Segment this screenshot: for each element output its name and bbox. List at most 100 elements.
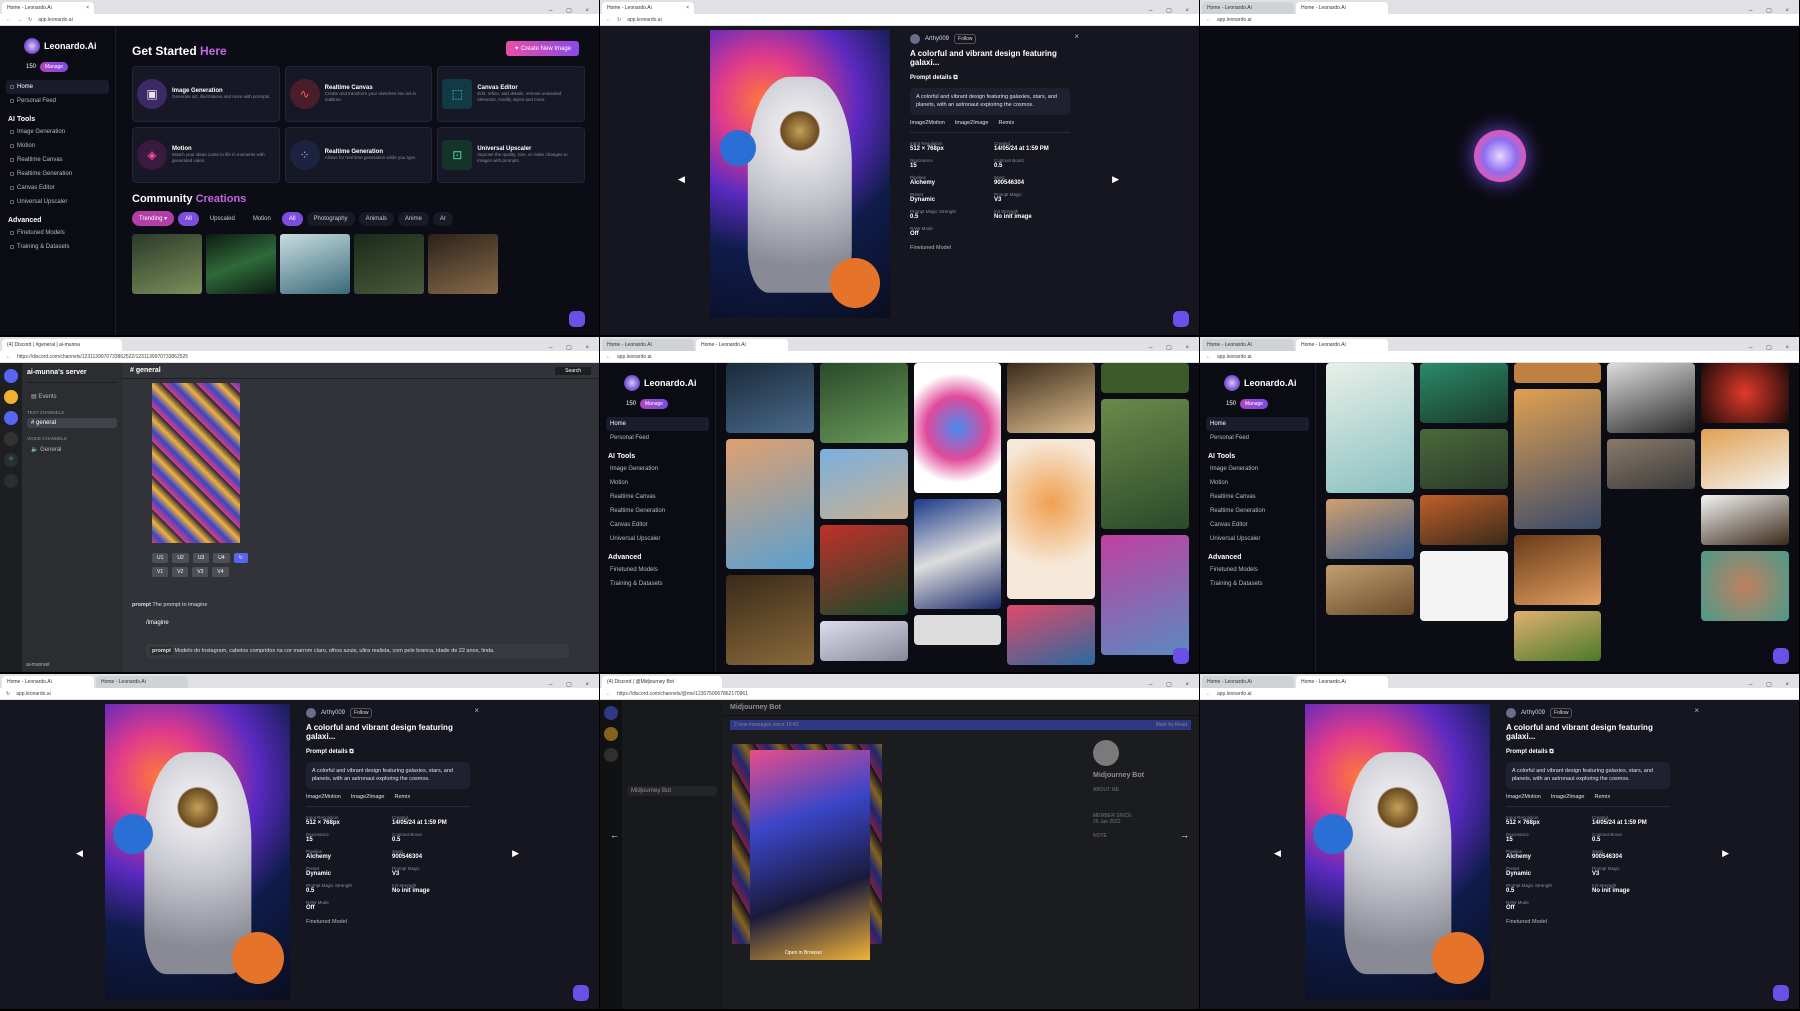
community-image[interactable] xyxy=(428,234,498,294)
close-icon[interactable]: × xyxy=(1694,706,1699,715)
address-bar[interactable]: ← ↻ app.leonardo.ai xyxy=(600,14,1199,26)
browser-tab[interactable]: (4) Discord | @Midjourney Bot xyxy=(602,676,722,688)
generated-image-grid[interactable] xyxy=(152,383,240,543)
discord-home-icon[interactable] xyxy=(4,369,18,383)
url-text[interactable]: app.leonardo.ai xyxy=(1217,17,1793,23)
reload-icon[interactable]: ↻ xyxy=(617,17,621,23)
address-bar[interactable]: ← app.leonardo.ai xyxy=(1200,688,1799,700)
nav-realtime-generation[interactable]: Realtime Generation xyxy=(1206,504,1309,518)
nav-finetuned-models[interactable]: Finetuned Models xyxy=(606,563,709,577)
channel-general[interactable]: # general xyxy=(27,418,117,428)
nav-realtime-generation[interactable]: Realtime Generation xyxy=(606,504,709,518)
manage-button[interactable]: Manage xyxy=(1240,399,1269,409)
gallery-image[interactable] xyxy=(1701,495,1789,545)
browser-tab[interactable]: Home - Leonardo.Ai xyxy=(1202,2,1294,14)
image-lightbox[interactable] xyxy=(750,750,870,960)
gallery-image[interactable] xyxy=(913,499,1002,609)
image2motion-button[interactable]: Image2Motion xyxy=(910,120,945,126)
gallery-image[interactable] xyxy=(726,575,814,665)
browser-tab[interactable]: Home - Leonardo.Ai xyxy=(96,676,188,688)
username[interactable]: ai-munna# xyxy=(26,662,50,668)
nav-image-generation[interactable]: Image Generation xyxy=(606,462,709,476)
nav-finetuned-models[interactable]: Finetuned Models xyxy=(1206,563,1309,577)
chat-help-button[interactable] xyxy=(1173,648,1189,664)
gallery-image[interactable] xyxy=(726,439,814,569)
brand-logo[interactable]: Leonardo.Ai xyxy=(624,375,709,391)
nav-home[interactable]: Home xyxy=(6,80,109,94)
discord-home-icon[interactable] xyxy=(604,706,618,720)
gallery-image[interactable] xyxy=(819,525,908,615)
gallery-image[interactable] xyxy=(1419,551,1508,621)
v2-button[interactable]: V2 xyxy=(172,567,189,577)
server-icon[interactable] xyxy=(604,748,618,762)
nav-home[interactable]: Home xyxy=(1206,417,1309,431)
nav-realtime-canvas[interactable]: Realtime Canvas xyxy=(1206,490,1309,504)
author-name[interactable]: Arthy009 xyxy=(321,710,345,716)
gallery-image[interactable] xyxy=(1101,535,1189,655)
back-icon[interactable]: ← xyxy=(6,17,11,23)
copy-icon[interactable]: ⧉ xyxy=(349,749,353,755)
nav-training-datasets[interactable]: Training & Datasets xyxy=(1206,577,1309,591)
voice-channel-general[interactable]: 🔈 General xyxy=(27,444,117,455)
u4-button[interactable]: U4 xyxy=(213,553,230,563)
back-icon[interactable]: ← xyxy=(6,354,11,360)
avatar[interactable] xyxy=(306,708,316,718)
browser-tab[interactable]: Home - Leonardo.Ai xyxy=(1296,339,1388,351)
v4-button[interactable]: V4 xyxy=(212,567,229,577)
url-text[interactable]: app.leonardo.ai xyxy=(16,691,593,697)
window-controls[interactable]: – ▢ × xyxy=(1749,7,1799,14)
remix-button[interactable]: Remix xyxy=(395,794,411,800)
nav-personal-feed[interactable]: Personal Feed xyxy=(606,431,709,445)
follow-button[interactable]: Follow xyxy=(954,34,977,44)
chat-help-button[interactable] xyxy=(569,311,585,327)
chip-all-categories[interactable]: All xyxy=(281,211,303,226)
address-bar[interactable]: ← https://discord.com/channels/1231139970… xyxy=(0,351,599,363)
follow-button[interactable]: Follow xyxy=(350,708,373,718)
remix-button[interactable]: Remix xyxy=(1595,794,1611,800)
url-text[interactable]: https://discord.com/channels/@me/1230750… xyxy=(617,691,1193,697)
gallery-image[interactable] xyxy=(819,449,908,519)
nav-canvas-editor[interactable]: Canvas Editor xyxy=(1206,518,1309,532)
gallery-image[interactable] xyxy=(1101,399,1189,529)
card-realtime-generation[interactable]: ⁘ Realtime Generation Allows for real time… xyxy=(284,127,433,183)
gallery-image[interactable] xyxy=(1419,495,1508,545)
chat-help-button[interactable] xyxy=(1173,311,1189,327)
nav-personal-feed[interactable]: Personal Feed xyxy=(6,94,109,108)
gallery-image[interactable] xyxy=(1326,565,1414,615)
browser-tab[interactable]: Home - Leonardo.Ai xyxy=(696,339,788,351)
back-icon[interactable]: ← xyxy=(606,354,611,360)
gallery-image[interactable] xyxy=(1513,611,1602,661)
window-controls[interactable]: – ▢ × xyxy=(1749,344,1799,351)
address-bar[interactable]: ← → ↻ app.leonardo.ai xyxy=(0,14,599,26)
url-text[interactable]: app.leonardo.ai xyxy=(627,17,1193,23)
gallery-image[interactable] xyxy=(819,621,908,661)
events-item[interactable]: ▤ Events xyxy=(27,391,117,402)
u3-button[interactable]: U3 xyxy=(192,553,210,563)
server-icon[interactable] xyxy=(4,432,18,446)
image2motion-button[interactable]: Image2Motion xyxy=(1506,794,1541,800)
u2-button[interactable]: U2 xyxy=(172,553,189,563)
address-bar[interactable]: ← app.leonardo.ai xyxy=(1200,351,1799,363)
create-new-image-button[interactable]: ✦ Create New Image xyxy=(506,41,579,56)
browser-tab[interactable]: Home - Leonardo.Ai xyxy=(1202,676,1294,688)
avatar[interactable] xyxy=(910,34,920,44)
new-messages-bar[interactable]: 2 new messages since 16:42 Mark As Read xyxy=(730,720,1191,730)
next-arrow-icon[interactable]: ▶ xyxy=(512,848,519,859)
nav-motion[interactable]: Motion xyxy=(6,139,109,153)
author-name[interactable]: Arthy009 xyxy=(925,36,949,42)
gallery-image[interactable] xyxy=(1419,429,1508,489)
browser-tab[interactable]: Home - Leonardo.Ai xyxy=(2,676,94,688)
browser-tab[interactable]: Home - Leonardo.Ai xyxy=(1296,2,1388,14)
nav-universal-upscaler[interactable]: Universal Upscaler xyxy=(6,195,109,209)
reload-icon[interactable]: ↻ xyxy=(28,17,32,23)
message-input[interactable]: prompt Modelo do Instagram, cabelos comp… xyxy=(146,644,569,658)
nav-image-generation[interactable]: Image Generation xyxy=(6,125,109,139)
chip-motion[interactable]: Motion xyxy=(246,212,278,226)
gallery-image[interactable] xyxy=(1701,551,1789,621)
gallery-image[interactable] xyxy=(913,363,1002,493)
author-name[interactable]: Arthy009 xyxy=(1521,710,1545,716)
back-icon[interactable]: ← xyxy=(606,17,611,23)
url-text[interactable]: app.leonardo.ai xyxy=(617,354,1193,360)
browser-tab[interactable]: Home - Leonardo.Ai × xyxy=(2,2,94,14)
nav-training-datasets[interactable]: Training & Datasets xyxy=(606,577,709,591)
